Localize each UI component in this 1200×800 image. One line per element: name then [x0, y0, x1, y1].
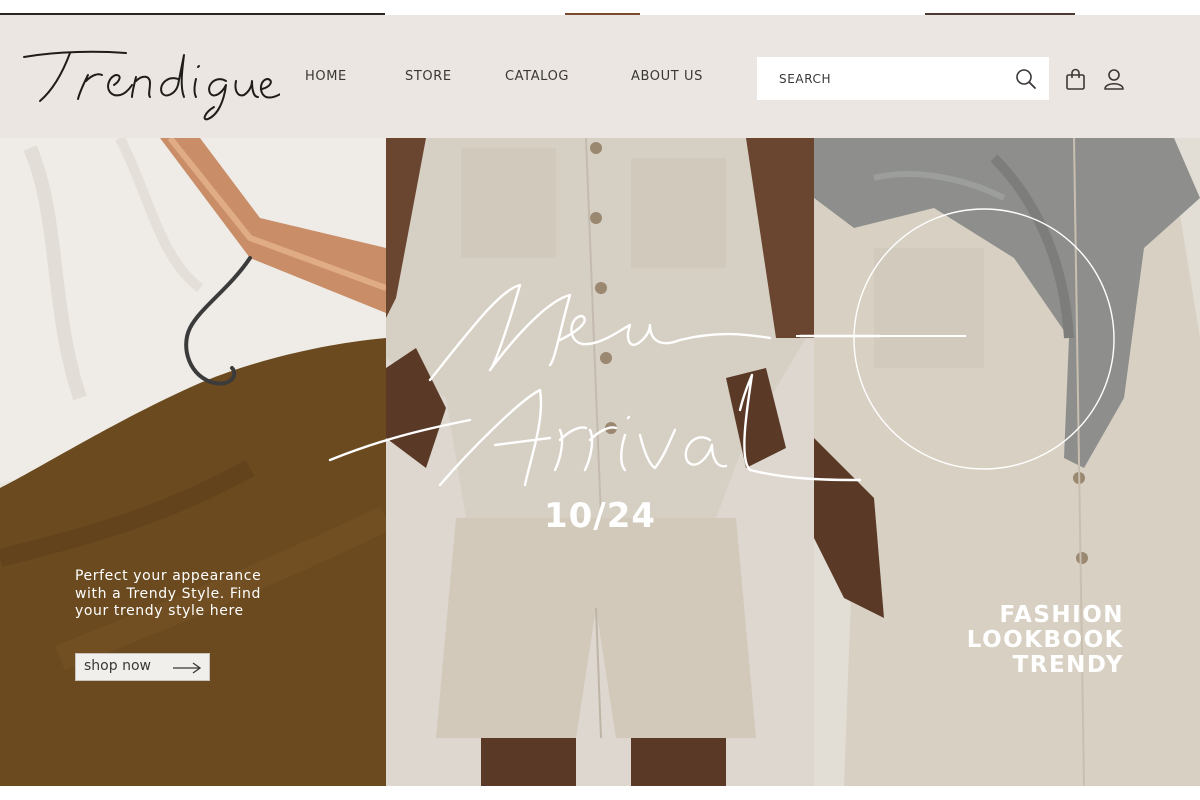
search-icon[interactable]: [1015, 68, 1037, 90]
nav-catalog[interactable]: CATALOG: [505, 69, 569, 84]
nav-store[interactable]: STORE: [405, 69, 452, 84]
nav-home[interactable]: HOME: [305, 69, 347, 84]
tagline-fashion: FASHION: [999, 602, 1124, 628]
tagline-lookbook: LOOKBOOK: [966, 627, 1124, 653]
shop-now-label: shop now: [84, 658, 151, 674]
brand-logo[interactable]: [18, 41, 289, 121]
nav-about-us[interactable]: ABOUT US: [631, 69, 703, 84]
collection-date: 10/24: [543, 496, 657, 536]
tagline: FASHION LOOKBOOK TRENDY: [967, 603, 1124, 678]
logo-script-icon: [23, 50, 289, 121]
search-input[interactable]: [757, 57, 1007, 100]
promo-text: Perfect your appearance with a Trendy St…: [75, 568, 262, 619]
bottom-edge: [0, 786, 1200, 800]
top-image-strip: [0, 0, 1200, 15]
shopping-bag-icon[interactable]: [1065, 68, 1087, 92]
tagline-trendy: TRENDY: [1012, 652, 1124, 678]
decorative-circle: [796, 208, 1115, 470]
search-bar: [757, 57, 1049, 100]
shop-now-button[interactable]: shop now: [75, 653, 210, 681]
arrow-right-icon: [173, 662, 202, 674]
user-icon[interactable]: [1103, 68, 1125, 92]
site-header: HOME STORE CATALOG ABOUT US: [0, 15, 1200, 138]
